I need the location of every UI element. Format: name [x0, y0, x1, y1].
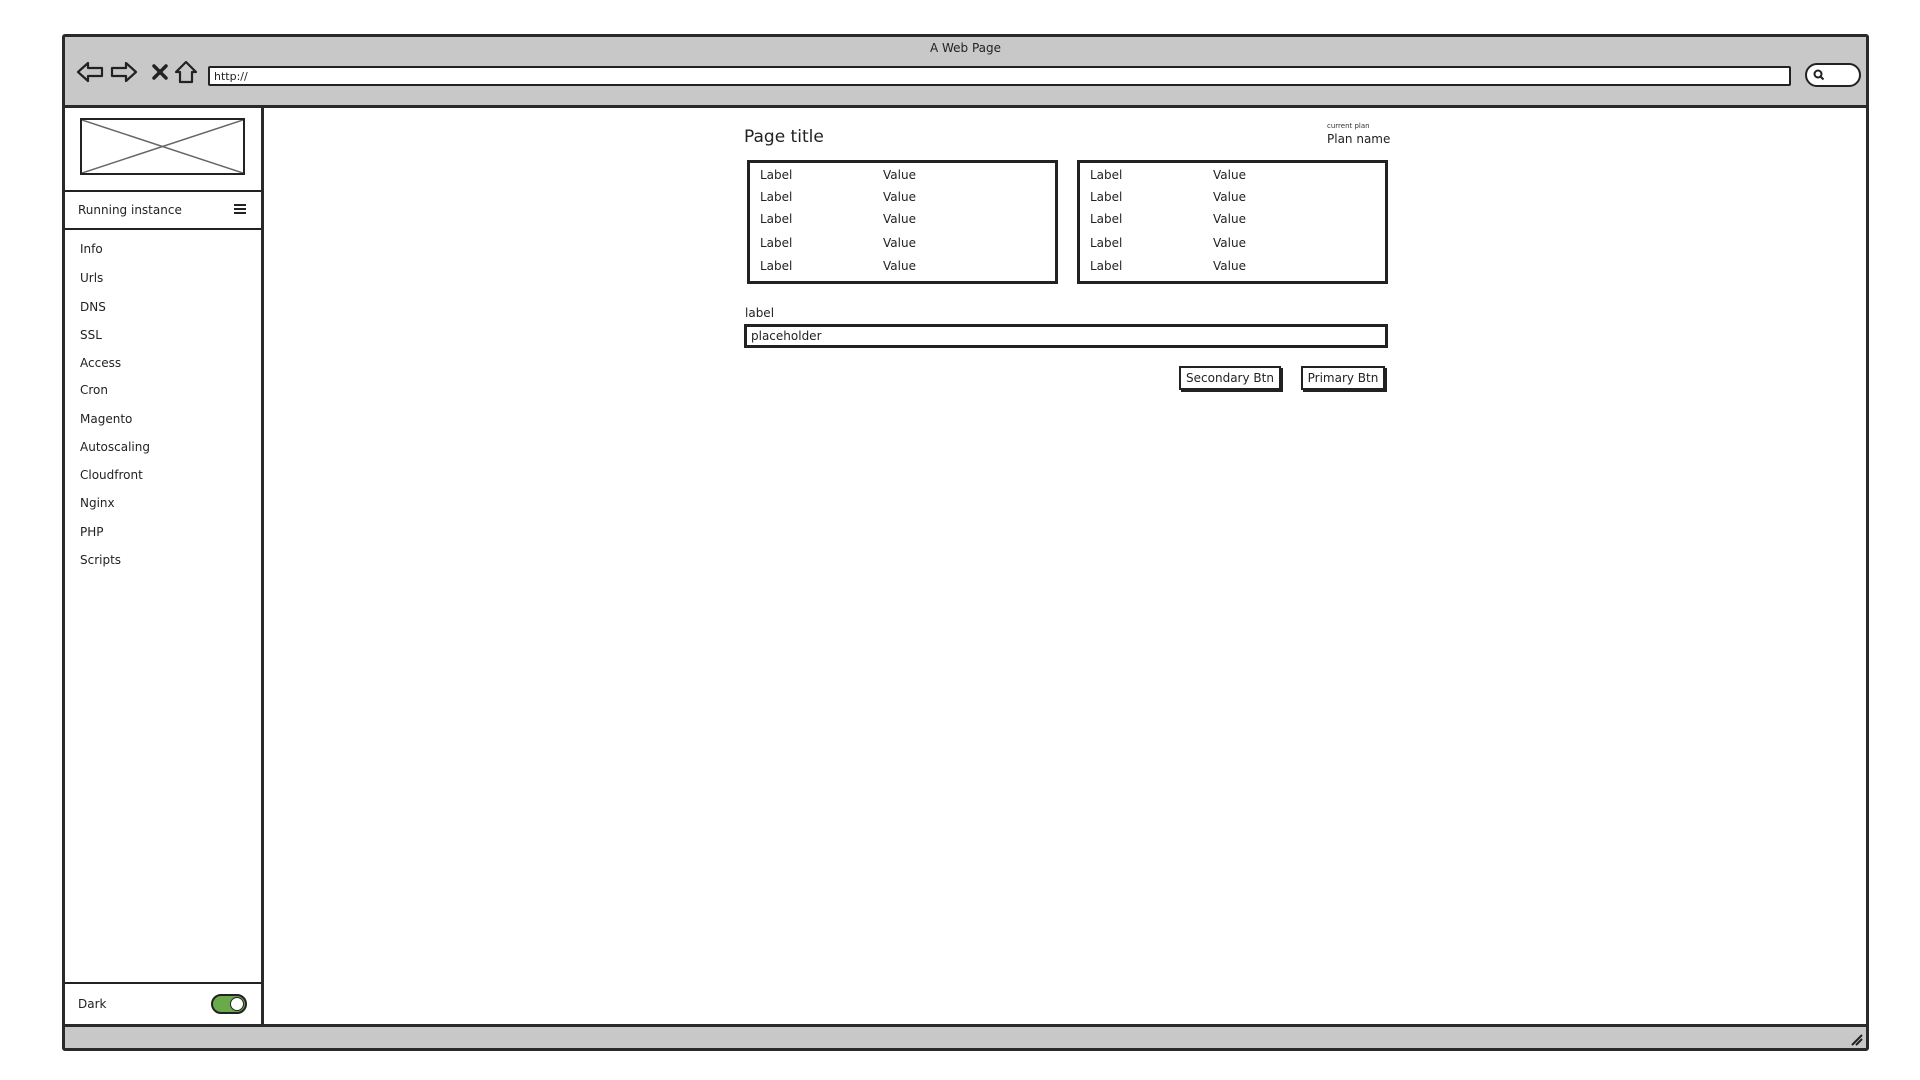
info-row: Label Value [1090, 212, 1246, 226]
info-value: Value [883, 259, 916, 273]
info-value: Value [883, 212, 916, 226]
info-row: Label Value [1090, 168, 1246, 182]
toggle-knob [230, 997, 244, 1011]
info-label: Label [760, 190, 793, 204]
info-box-left: Label Value Label Value Label Value Label Va… [747, 160, 1058, 284]
info-label: Label [760, 259, 793, 273]
forward-icon[interactable] [109, 57, 139, 87]
browser-window: A Web Page http:// Running instance Info… [62, 34, 1869, 1051]
info-box-right: Label Value Label Value Label Value Label Va… [1077, 160, 1388, 284]
info-value: Value [1213, 236, 1246, 250]
sidebar-item-nginx[interactable]: Nginx [80, 496, 115, 510]
info-row: Label Value [760, 190, 916, 204]
sidebar-item-php[interactable]: PHP [80, 525, 104, 539]
primary-button[interactable]: Primary Btn [1301, 366, 1385, 390]
info-label: Label [1090, 259, 1123, 273]
instance-selector[interactable]: Running instance [65, 190, 261, 230]
info-value: Value [1213, 190, 1246, 204]
sidebar: Running instance Info Urls DNS SSL Acces… [65, 108, 264, 1024]
main-content: Page title current plan Plan name Label V… [267, 108, 1866, 1024]
sidebar-item-urls[interactable]: Urls [80, 271, 103, 285]
info-value: Value [1213, 259, 1246, 273]
info-label: Label [760, 168, 793, 182]
logo-placeholder [80, 118, 245, 175]
hamburger-menu-icon[interactable] [233, 203, 247, 218]
page-viewport: Running instance Info Urls DNS SSL Acces… [65, 105, 1866, 1027]
search-icon [1813, 66, 1825, 85]
browser-titlebar: A Web Page http:// [65, 37, 1866, 105]
dark-mode-toggle[interactable] [211, 994, 247, 1014]
info-label: Label [1090, 190, 1123, 204]
info-row: Label Value [760, 212, 916, 226]
dark-mode-label: Dark [78, 997, 107, 1011]
info-row: Label Value [760, 168, 916, 182]
info-label: Label [1090, 212, 1123, 226]
info-row: Label Value [1090, 190, 1246, 204]
info-label: Label [1090, 236, 1123, 250]
info-label: Label [1090, 168, 1123, 182]
browser-search-button[interactable] [1805, 63, 1861, 87]
info-value: Value [883, 236, 916, 250]
info-value: Value [1213, 168, 1246, 182]
window-title: A Web Page [929, 41, 1002, 55]
url-bar[interactable]: http:// [208, 66, 1791, 86]
page-title: Page title [744, 127, 824, 147]
info-row: Label Value [1090, 236, 1246, 250]
sidebar-item-access[interactable]: Access [80, 356, 121, 370]
sidebar-item-magento[interactable]: Magento [80, 412, 132, 426]
browser-statusbar [65, 1027, 1866, 1048]
sidebar-item-ssl[interactable]: SSL [80, 328, 102, 342]
info-label: Label [760, 212, 793, 226]
info-row: Label Value [760, 259, 916, 273]
info-value: Value [883, 190, 916, 204]
sidebar-item-cron[interactable]: Cron [80, 383, 108, 397]
info-label: Label [760, 236, 793, 250]
info-row: Label Value [760, 236, 916, 250]
home-icon[interactable] [171, 57, 201, 87]
current-plan-caption: current plan [1327, 122, 1370, 130]
plan-name: Plan name [1327, 132, 1391, 146]
info-value: Value [883, 168, 916, 182]
field-label: label [745, 306, 775, 320]
sidebar-item-scripts[interactable]: Scripts [80, 553, 121, 567]
sidebar-footer: Dark [65, 982, 261, 1024]
info-value: Value [1213, 212, 1246, 226]
sidebar-item-autoscaling[interactable]: Autoscaling [80, 440, 150, 454]
text-input[interactable]: placeholder [744, 324, 1388, 348]
resize-grip-icon[interactable] [1846, 1029, 1864, 1047]
instance-label: Running instance [78, 203, 182, 217]
info-row: Label Value [1090, 259, 1246, 273]
back-icon[interactable] [75, 57, 105, 87]
sidebar-item-dns[interactable]: DNS [80, 300, 106, 314]
sidebar-item-cloudfront[interactable]: Cloudfront [80, 468, 143, 482]
sidebar-item-info[interactable]: Info [80, 242, 103, 256]
secondary-button[interactable]: Secondary Btn [1179, 366, 1281, 390]
